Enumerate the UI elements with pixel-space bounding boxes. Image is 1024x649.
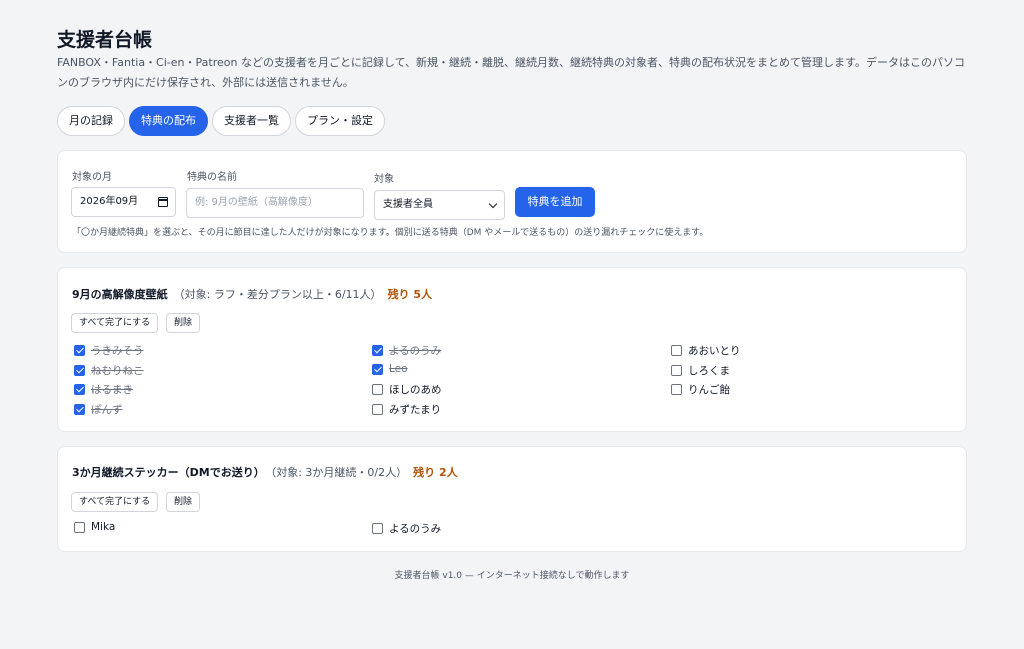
- benefit-card: 3か月継続ステッカー（DMでお送り） （対象: 3か月継続・0/2人） 残り 2人 …: [57, 446, 967, 552]
- target-value: 支援者全員: [383, 199, 433, 210]
- checkbox[interactable]: [671, 384, 682, 395]
- supporter-name: しろくま: [688, 365, 730, 377]
- benefit-card: 9月の高解像度壁紙 （対象: ラフ・差分プラン以上・6/11人） 残り 5人 すべて…: [57, 267, 967, 432]
- checkbox[interactable]: [372, 345, 383, 356]
- form-hint: 「〇か月継続特典」を選ぶと、その月に節目に達した人だけが対象になります。個別に送…: [72, 228, 709, 238]
- tab-bar: 月の記録 特典の配布 支援者一覧 プラン・設定: [57, 106, 385, 136]
- checkbox[interactable]: [74, 384, 85, 395]
- month-label: 対象の月: [72, 172, 112, 183]
- supporter-checkbox[interactable]: はるまき: [74, 382, 133, 397]
- checkbox[interactable]: [74, 345, 85, 356]
- supporter-name: Leo: [389, 363, 408, 375]
- checkbox[interactable]: [372, 384, 383, 395]
- supporter-checkbox[interactable]: ぽんず: [74, 402, 123, 417]
- add-benefit-button[interactable]: 特典を追加: [515, 187, 595, 217]
- supporter-checkbox[interactable]: うきみそう: [74, 343, 144, 358]
- supporter-checkbox[interactable]: あおいとり: [671, 343, 741, 358]
- page-description: FANBOX・Fantia・Ci-en・Patreon などの支援者を月ごとに記…: [57, 56, 965, 89]
- remaining-count: 残り 2人: [413, 466, 458, 479]
- calendar-icon: [158, 197, 168, 207]
- supporter-name: みずたまり: [389, 404, 442, 416]
- footer: 支援者台帳 v1.0 — インターネット接続なしで動作します: [394, 571, 630, 581]
- supporter-name: はるまき: [91, 384, 133, 396]
- supporter-checkbox[interactable]: りんご飴: [671, 382, 730, 397]
- supporter-checkbox[interactable]: しろくま: [671, 363, 730, 378]
- benefit-target: （対象: 3か月継続・0/2人）: [270, 466, 408, 479]
- delete-button[interactable]: 削除: [166, 313, 201, 333]
- delete-button[interactable]: 削除: [166, 492, 201, 512]
- supporter-checkbox[interactable]: よるのうみ: [372, 343, 441, 358]
- checkbox[interactable]: [74, 521, 85, 533]
- supporter-checkbox[interactable]: みずたまり: [372, 402, 441, 417]
- supporter-checkbox[interactable]: Mika: [74, 521, 115, 533]
- complete-all-button[interactable]: すべて完了にする: [71, 313, 159, 333]
- benefit-name: 3か月継続ステッカー（DMでお送り）: [72, 466, 265, 479]
- supporter-name: りんご飴: [688, 384, 730, 396]
- benefit-name-input[interactable]: 例: 9月の壁紙（高解像度）: [186, 188, 364, 218]
- checkbox[interactable]: [671, 345, 682, 356]
- supporter-name: よるのうみ: [389, 523, 442, 535]
- complete-all-button[interactable]: すべて完了にする: [71, 492, 159, 512]
- checkbox[interactable]: [372, 523, 383, 534]
- month-input[interactable]: 2026年09月: [71, 187, 176, 217]
- tab-supporter-list[interactable]: 支援者一覧: [212, 106, 291, 136]
- benefit-target: （対象: ラフ・差分プラン以上・6/11人）: [173, 288, 382, 301]
- checkbox[interactable]: [671, 365, 682, 376]
- benefit-title: 3か月継続ステッカー（DMでお送り） （対象: 3か月継続・0/2人） 残り 2人: [72, 464, 458, 480]
- benefit-name-label: 特典の名前: [187, 172, 237, 183]
- supporter-name: ほしのあめ: [389, 384, 442, 396]
- checkbox[interactable]: [74, 365, 85, 376]
- supporter-name: よるのうみ: [389, 345, 442, 357]
- supporter-name: Mika: [91, 521, 116, 533]
- supporter-name: ねむりねこ: [91, 365, 144, 377]
- target-select[interactable]: 支援者全員: [374, 190, 505, 220]
- tab-benefit-distribution[interactable]: 特典の配布: [129, 106, 208, 136]
- supporter-name: うきみそう: [91, 345, 144, 357]
- remaining-count: 残り 5人: [387, 288, 433, 301]
- supporter-name: ぽんず: [91, 404, 123, 416]
- chevron-down-icon: [488, 199, 498, 209]
- page-title: 支援者台帳: [57, 29, 153, 51]
- benefit-title: 9月の高解像度壁紙 （対象: ラフ・差分プラン以上・6/11人） 残り 5人: [72, 286, 432, 302]
- tab-monthly-record[interactable]: 月の記録: [57, 106, 125, 136]
- benefit-name: 9月の高解像度壁紙: [72, 288, 168, 301]
- checkbox[interactable]: [372, 404, 383, 415]
- supporter-checkbox[interactable]: Leo: [372, 363, 408, 375]
- month-value: 2026年09月: [80, 196, 139, 207]
- supporter-name: あおいとり: [688, 345, 741, 357]
- checkbox[interactable]: [372, 363, 383, 375]
- target-label: 対象: [374, 174, 394, 185]
- supporter-checkbox[interactable]: よるのうみ: [372, 521, 441, 536]
- tab-plan-settings[interactable]: プラン・設定: [295, 106, 385, 136]
- benefit-name-placeholder: 例: 9月の壁紙（高解像度）: [195, 197, 318, 208]
- supporter-checkbox[interactable]: ねむりねこ: [74, 363, 144, 378]
- supporter-checkbox[interactable]: ほしのあめ: [372, 382, 442, 397]
- checkbox[interactable]: [74, 404, 85, 415]
- add-benefit-form: 対象の月 2026年09月 特典の名前 例: 9月の壁紙（高解像度） 対象 支援…: [57, 150, 967, 253]
